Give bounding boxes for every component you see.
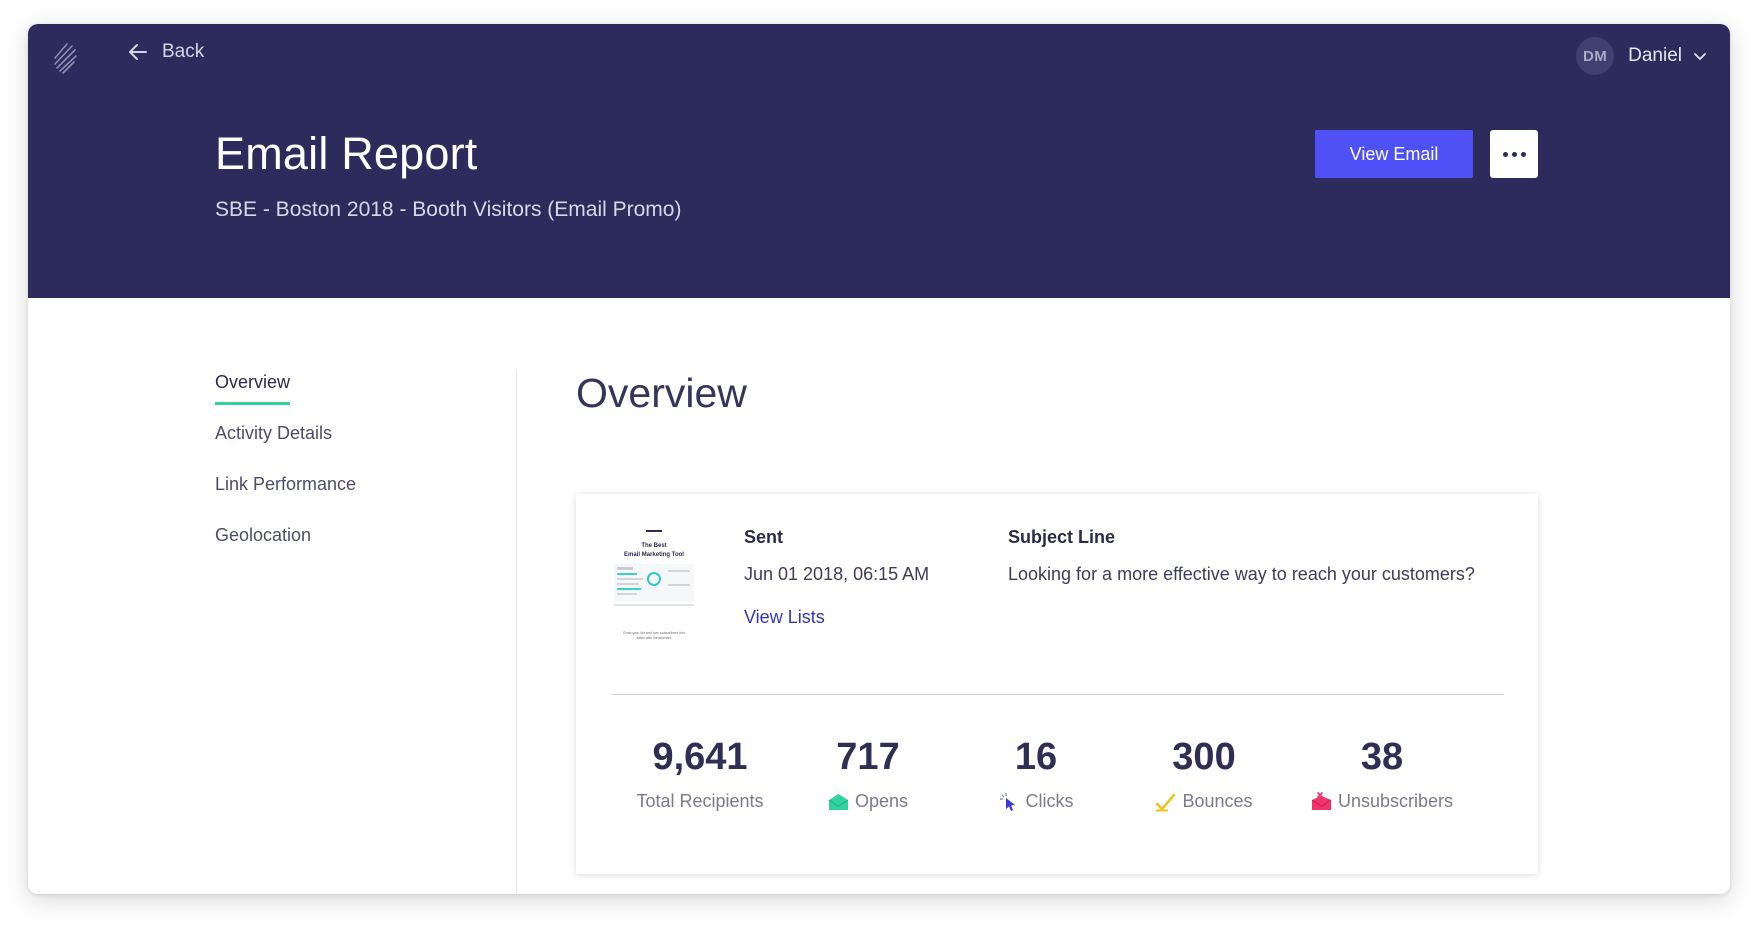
chevron-down-icon [1694, 53, 1706, 60]
sidenav-item-activity-details[interactable]: Activity Details [215, 423, 515, 474]
stat-total-recipients: 9,641 Total Recipients [615, 736, 785, 812]
stat-value: 16 [1014, 736, 1058, 778]
sent-date: Jun 01 2018, 06:15 AM [744, 564, 930, 584]
view-lists-link[interactable]: View Lists [744, 607, 825, 628]
thumbnail-heading: The Best [641, 543, 666, 549]
subject-line-value: Looking for a more effective way to reac… [1008, 564, 1475, 584]
avatar: DM [1576, 37, 1615, 75]
sent-label: Sent [744, 527, 784, 547]
stat-value: 38 [1360, 736, 1404, 778]
card-divider [612, 694, 1504, 695]
user-name: Daniel [1628, 45, 1682, 66]
stat-label: Clicks [1025, 791, 1074, 811]
stat-value: 300 [1172, 736, 1236, 778]
stat-label: Opens [854, 791, 909, 811]
stat-value: 9,641 [652, 736, 748, 778]
unsubscribe-envelope-icon [1311, 791, 1332, 810]
more-options-button[interactable] [1490, 130, 1538, 178]
stat-bounces[interactable]: 300 Bounces [1119, 736, 1289, 812]
sidenav-item-label: Geolocation [215, 525, 312, 545]
email-thumbnail[interactable]: The Best Email Marketing Tool Grow your … [608, 524, 700, 652]
page-subtitle: SBE - Boston 2018 - Booth Visitors (Emai… [215, 198, 682, 221]
back-label: Back [162, 41, 205, 62]
report-sidenav: Overview Activity Details Link Performan… [215, 372, 515, 576]
stat-label-row: Total Recipients [615, 791, 785, 812]
arrow-left-icon [129, 44, 147, 60]
open-envelope-icon [828, 793, 849, 810]
benchmark-logo-icon[interactable] [52, 40, 82, 74]
stat-label: Total Recipients [636, 791, 764, 811]
stat-label-row: Clicks [951, 791, 1121, 812]
stat-clicks[interactable]: 16 Clicks [951, 736, 1121, 812]
sidenav-item-geolocation[interactable]: Geolocation [215, 525, 515, 576]
stat-unsubscribers[interactable]: 38 Unsubscribers [1297, 736, 1467, 812]
stat-label-row: Bounces [1119, 791, 1289, 812]
bounce-check-icon [1156, 793, 1176, 811]
more-dot-icon [1502, 151, 1508, 157]
section-divider [516, 370, 517, 894]
sidenav-item-label: Overview [215, 372, 291, 392]
stat-opens[interactable]: 717 Opens [783, 736, 953, 812]
stat-value: 717 [836, 736, 900, 778]
section-title: Overview [576, 370, 747, 416]
view-email-button[interactable]: View Email [1315, 130, 1473, 178]
thumbnail-footer: Grow your list and turn subscribers into [623, 631, 685, 635]
thumbnail-heading: Email Marketing Tool [624, 552, 684, 558]
app-window: Back DM Daniel Email Report SBE - Boston… [28, 24, 1730, 894]
cursor-click-icon [999, 792, 1015, 811]
active-indicator [215, 402, 290, 405]
stat-label-row: Unsubscribers [1297, 791, 1467, 812]
report-header: Back DM Daniel Email Report SBE - Boston… [28, 24, 1730, 298]
subject-line-label: Subject Line [1008, 527, 1116, 547]
sidenav-item-link-performance[interactable]: Link Performance [215, 474, 515, 525]
sidenav-item-overview[interactable]: Overview [215, 372, 515, 423]
back-button[interactable]: Back [126, 40, 204, 64]
user-menu[interactable]: DM Daniel [1576, 37, 1708, 75]
stat-label: Bounces [1182, 791, 1253, 811]
summary-card: The Best Email Marketing Tool Grow your … [576, 494, 1538, 874]
sidenav-item-label: Link Performance [215, 474, 357, 494]
stat-label: Unsubscribers [1337, 791, 1454, 811]
more-dot-icon [1520, 151, 1526, 157]
page-title: Email Report [215, 128, 478, 179]
sidenav-item-label: Activity Details [215, 423, 333, 443]
thumbnail-footer: sales with Benchmark [637, 636, 672, 640]
more-dot-icon [1511, 151, 1517, 157]
stat-label-row: Opens [783, 791, 953, 812]
